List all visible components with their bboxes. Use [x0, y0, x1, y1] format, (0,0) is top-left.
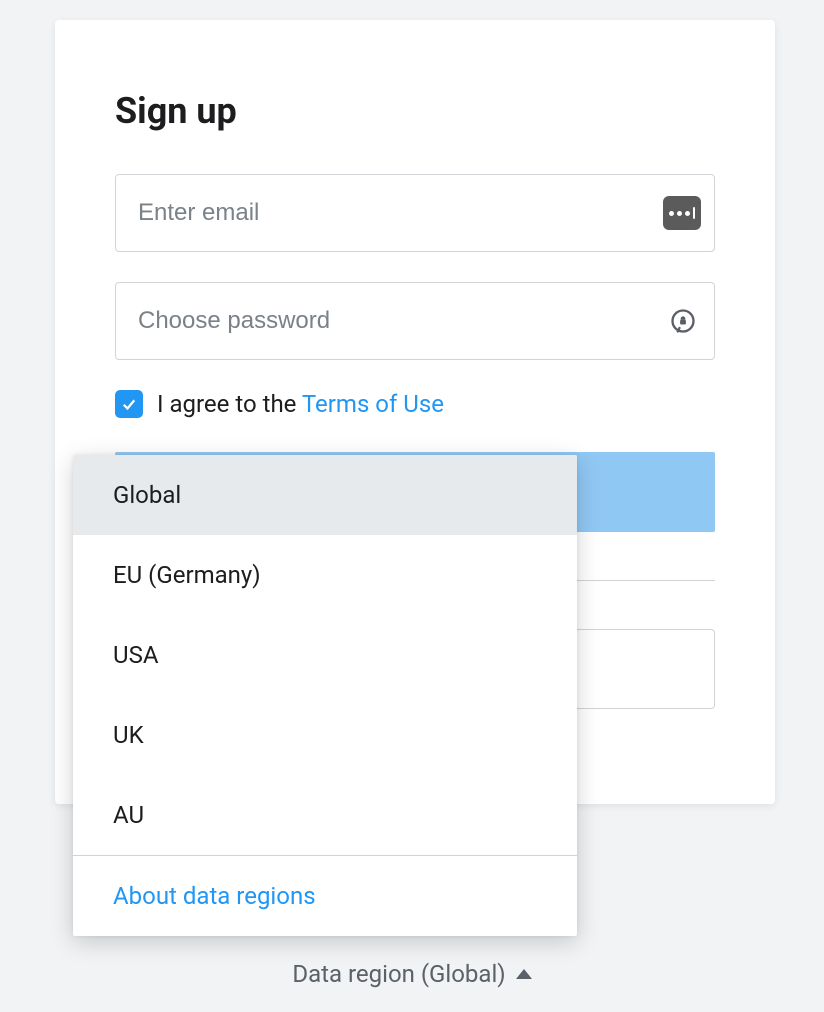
password-manager-icon[interactable] — [663, 196, 701, 230]
data-region-toggle[interactable]: Data region (Global) — [0, 960, 824, 988]
region-option-au[interactable]: AU — [73, 775, 577, 855]
page-title: Sign up — [115, 90, 715, 132]
region-option-eu[interactable]: EU (Germany) — [73, 535, 577, 615]
lock-icon — [669, 307, 697, 335]
password-row — [115, 282, 715, 360]
region-dropdown: Global EU (Germany) USA UK AU About data… — [73, 455, 577, 936]
terms-link[interactable]: Terms of Use — [302, 390, 444, 418]
check-icon — [120, 395, 138, 413]
data-region-label: Data region (Global) — [292, 960, 505, 988]
agree-checkbox[interactable] — [115, 390, 143, 418]
about-regions-link[interactable]: About data regions — [73, 856, 577, 936]
email-row — [115, 174, 715, 252]
email-field[interactable] — [115, 174, 715, 252]
region-option-usa[interactable]: USA — [73, 615, 577, 695]
chevron-up-icon — [516, 969, 532, 979]
password-field[interactable] — [115, 282, 715, 360]
terms-row: I agree to the Terms of Use — [115, 390, 715, 418]
agree-text: I agree to the — [157, 390, 302, 418]
region-option-global[interactable]: Global — [73, 455, 577, 535]
region-option-uk[interactable]: UK — [73, 695, 577, 775]
